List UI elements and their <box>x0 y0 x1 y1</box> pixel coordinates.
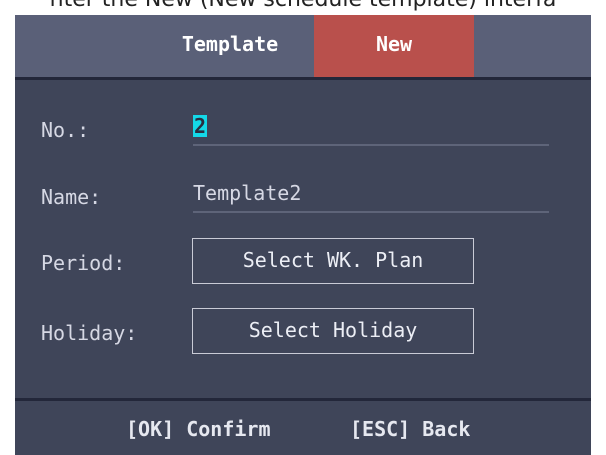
name-value: Template2 <box>193 181 302 205</box>
tab-template[interactable]: Template <box>145 15 315 77</box>
no-field[interactable]: 2 <box>193 114 549 146</box>
select-wk-plan-button[interactable]: Select WK. Plan <box>192 238 474 284</box>
back-hint[interactable]: [ESC] Back <box>350 417 470 441</box>
select-holiday-button[interactable]: Select Holiday <box>192 308 474 354</box>
name-field[interactable]: Template2 <box>193 181 549 213</box>
tab-bar: Template New <box>15 15 591 77</box>
period-label: Period: <box>41 251 126 275</box>
no-value: 2 <box>193 114 208 138</box>
no-label: No.: <box>41 118 90 142</box>
header-divider <box>15 77 591 80</box>
page-caption: nter the New (New schedule template) int… <box>0 0 606 14</box>
holiday-label: Holiday: <box>41 321 138 345</box>
device-screen: Template New No.: 2 Name: Template2 Peri… <box>15 15 591 455</box>
name-label: Name: <box>41 185 102 209</box>
confirm-hint[interactable]: [OK] Confirm <box>126 417 271 441</box>
footer-bar: [OK] Confirm [ESC] Back <box>15 401 591 455</box>
tab-new[interactable]: New <box>314 15 474 77</box>
